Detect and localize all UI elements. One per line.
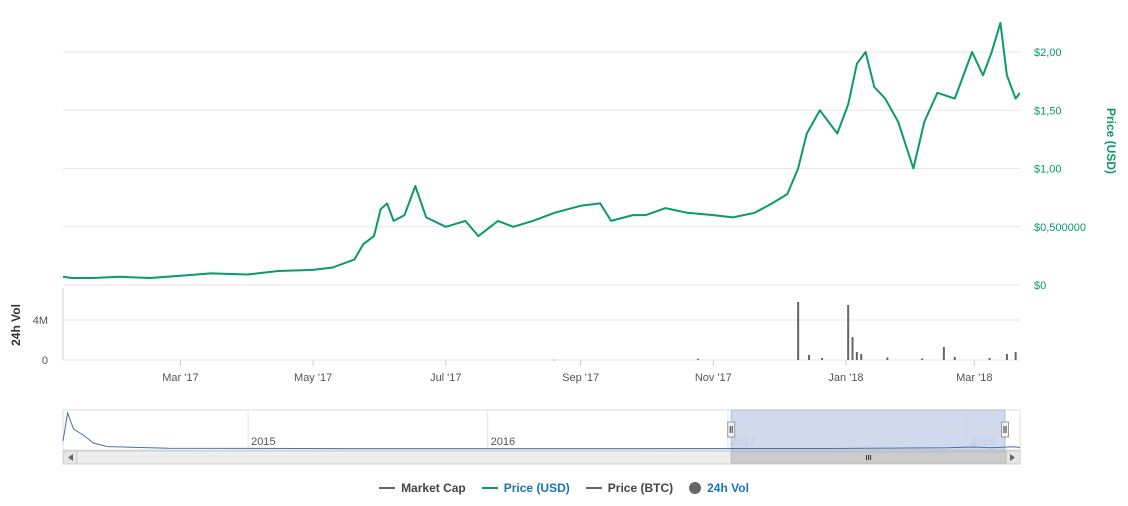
volume-bar: [847, 305, 850, 360]
price-tick-label: $1,50: [1034, 105, 1062, 117]
legend-label: 24h Vol: [707, 481, 749, 495]
volume-bar: [851, 337, 854, 360]
x-tick-label: May '17: [294, 372, 332, 384]
x-tick-label: Jul '17: [430, 372, 461, 384]
legend-line-icon: [481, 487, 498, 489]
price-chart: $0 $0,500000 $1,00 $1,50 $2,00 Price (USD) 0…: [0, 0, 1128, 506]
price-tick-label: $0: [1034, 280, 1046, 292]
x-tick-label: Sep '17: [562, 372, 599, 384]
legend-line-icon: [585, 487, 602, 489]
navigator-selected-range[interactable]: [730, 409, 1006, 451]
volume-bar: [855, 352, 858, 360]
legend-line-icon: [379, 487, 396, 489]
volume-bar: [921, 358, 924, 360]
legend-item-24h-vol[interactable]: 24h Vol: [689, 481, 749, 495]
volume-bar: [553, 359, 556, 361]
legend-item-market-cap[interactable]: Market Cap: [379, 481, 466, 495]
x-tick-label: Nov '17: [695, 372, 732, 384]
volume-bar: [697, 358, 700, 360]
navigator-scrollbar[interactable]: [62, 450, 1021, 465]
volume-bar: [988, 358, 991, 360]
volume-axis-label: 24h Vol: [9, 304, 23, 346]
volume-bar: [797, 302, 800, 360]
price-grid: [63, 51, 1020, 286]
price-axis-label: Price (USD): [1104, 108, 1118, 174]
volume-bars: [553, 302, 1017, 361]
x-tick-label: Jan '18: [828, 372, 863, 384]
volume-bar: [860, 354, 863, 360]
volume-bar: [821, 358, 824, 360]
navigator[interactable]: 2015201620172018: [62, 409, 1021, 451]
volume-bar: [808, 355, 811, 360]
x-tick-label: Mar '17: [162, 372, 198, 384]
volume-tick-label: 0: [42, 355, 48, 367]
chart-svg: $0 $0,500000 $1,00 $1,50 $2,00 Price (USD) 0…: [9, 21, 1118, 465]
volume-axis-ticks: 0 4M: [33, 315, 48, 367]
legend-item-price-btc[interactable]: Price (BTC): [585, 481, 674, 495]
volume-grid: [62, 288, 1020, 361]
volume-tick-label: 4M: [33, 315, 48, 327]
price-tick-label: $1,00: [1034, 164, 1062, 176]
price-usd-line: [63, 21, 1020, 279]
price-tick-label: $2,00: [1034, 47, 1062, 59]
x-tick-label: Mar '18: [956, 372, 992, 384]
x-axis-ticks: Mar '17 May '17 Jul '17 Sep '17 Nov '17 Jan '…: [162, 360, 992, 384]
legend-dot-icon: [689, 482, 702, 494]
legend-label: Price (USD): [503, 481, 570, 495]
navigator-handle-left[interactable]: [727, 421, 736, 438]
legend-item-price-usd[interactable]: Price (USD): [481, 481, 570, 495]
price-tick-label: $0,500000: [1034, 222, 1086, 234]
navigator-year-label: 2015: [251, 436, 275, 448]
price-axis-ticks: $0 $0,500000 $1,00 $1,50 $2,00: [1034, 47, 1086, 292]
volume-bar: [1005, 354, 1008, 360]
volume-bar: [953, 357, 956, 360]
navigator-year-label: 2016: [491, 436, 515, 448]
volume-bar: [1014, 352, 1017, 360]
volume-bar: [942, 347, 945, 360]
legend-label: Market Cap: [401, 481, 466, 495]
legend-label: Price (BTC): [607, 481, 674, 495]
navigator-handle-right[interactable]: [1001, 421, 1009, 438]
chart-legend: Market Cap Price (USD) Price (BTC) 24h V…: [0, 478, 1128, 498]
volume-bar: [886, 357, 889, 360]
